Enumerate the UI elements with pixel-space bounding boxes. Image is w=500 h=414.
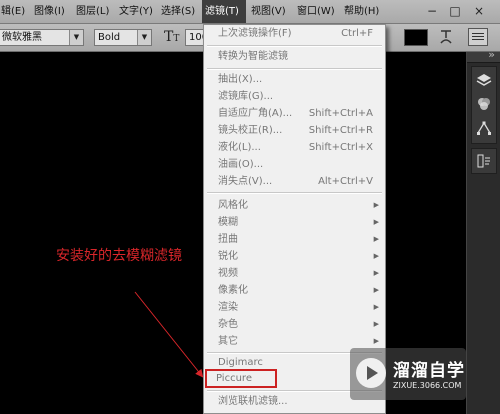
annotation-text: 安装好的去模糊滤镜 <box>56 248 182 264</box>
menu-item-filter-gallery[interactable]: 滤镜库(G)... <box>204 88 385 105</box>
menu-item-render[interactable]: 渲染 ▶ <box>204 299 385 316</box>
dock-group-main <box>471 66 497 144</box>
layers-icon[interactable] <box>475 71 493 89</box>
menu-filter[interactable]: 滤镜(T) <box>202 0 246 23</box>
menu-item-convert-smart[interactable]: 转换为智能滤镜 <box>204 48 385 65</box>
menu-item-extract[interactable]: 抽出(X)... <box>204 71 385 88</box>
menu-help[interactable]: 帮助(H) <box>343 0 380 23</box>
submenu-arrow-icon: ▶ <box>373 252 379 260</box>
menu-item-last-filter[interactable]: 上次滤镜操作(F) Ctrl+F <box>204 25 385 42</box>
font-style-select[interactable]: Bold ▼ <box>94 29 152 46</box>
font-style-value: Bold <box>98 32 121 43</box>
watermark-url: ZIXUE.3066.COM <box>393 381 462 390</box>
history-icon[interactable] <box>475 152 493 170</box>
minimize-button[interactable]: − <box>423 3 441 19</box>
paths-icon[interactable] <box>475 119 493 137</box>
watermark-title: 溜溜自学 <box>393 361 465 381</box>
menu-item-distort[interactable]: 扭曲 ▶ <box>204 231 385 248</box>
menu-item-blur[interactable]: 模糊 ▶ <box>204 214 385 231</box>
menu-bar: 辑(E) 图像(I) 图层(L) 文字(Y) 选择(S) 滤镜(T) 视图(V)… <box>0 0 500 24</box>
menu-type[interactable]: 文字(Y) <box>118 0 154 23</box>
menu-item-vanishing-point[interactable]: 消失点(V)... Alt+Ctrl+V <box>204 173 385 190</box>
menu-separator <box>207 68 382 70</box>
menu-item-noise[interactable]: 杂色 ▶ <box>204 316 385 333</box>
submenu-arrow-icon: ▶ <box>373 286 379 294</box>
menu-edit[interactable]: 辑(E) <box>0 0 26 23</box>
panel-dock <box>466 48 500 414</box>
menu-window[interactable]: 窗口(W) <box>296 0 336 23</box>
menu-separator <box>207 192 382 194</box>
font-size-icon: TT <box>164 29 180 45</box>
font-family-value: 微软雅黑 <box>2 32 42 43</box>
close-button[interactable]: × <box>470 3 488 19</box>
submenu-arrow-icon: ▶ <box>373 269 379 277</box>
menu-select[interactable]: 选择(S) <box>160 0 196 23</box>
menu-item-piccure[interactable]: Piccure <box>205 369 277 388</box>
menu-view[interactable]: 视图(V) <box>250 0 287 23</box>
maximize-button[interactable]: □ <box>446 3 464 19</box>
menu-item-adaptive-wide-angle[interactable]: 自适应广角(A)... Shift+Ctrl+A <box>204 105 385 122</box>
menu-image[interactable]: 图像(I) <box>33 0 66 23</box>
watermark: 溜溜自学 ZIXUE.3066.COM <box>350 348 466 400</box>
menu-item-sharpen[interactable]: 锐化 ▶ <box>204 248 385 265</box>
menu-layer[interactable]: 图层(L) <box>75 0 110 23</box>
submenu-arrow-icon: ▶ <box>373 303 379 311</box>
menu-item-liquify[interactable]: 液化(L)... Shift+Ctrl+X <box>204 139 385 156</box>
menu-item-lens-correction[interactable]: 镜头校正(R)... Shift+Ctrl+R <box>204 122 385 139</box>
menu-item-pixelate[interactable]: 像素化 ▶ <box>204 282 385 299</box>
menu-item-oil-paint[interactable]: 油画(O)... <box>204 156 385 173</box>
submenu-arrow-icon: ▶ <box>373 235 379 243</box>
chevron-down-icon: ▼ <box>137 30 151 45</box>
channels-icon[interactable] <box>475 95 493 113</box>
play-logo-icon <box>356 358 386 388</box>
submenu-arrow-icon: ▶ <box>373 218 379 226</box>
text-color-swatch[interactable] <box>404 29 428 46</box>
chevron-down-icon: ▼ <box>69 30 83 45</box>
submenu-arrow-icon: ▶ <box>373 201 379 209</box>
dock-group-history <box>471 148 497 174</box>
submenu-arrow-icon: ▶ <box>373 320 379 328</box>
character-panel-icon[interactable] <box>468 28 488 46</box>
dock-collapse-handle[interactable] <box>467 48 500 63</box>
font-family-select[interactable]: 微软雅黑 ▼ <box>0 29 84 46</box>
menu-separator <box>207 45 382 47</box>
menu-item-stylize[interactable]: 风格化 ▶ <box>204 197 385 214</box>
warp-text-icon[interactable] <box>438 28 454 46</box>
menu-item-video[interactable]: 视频 ▶ <box>204 265 385 282</box>
